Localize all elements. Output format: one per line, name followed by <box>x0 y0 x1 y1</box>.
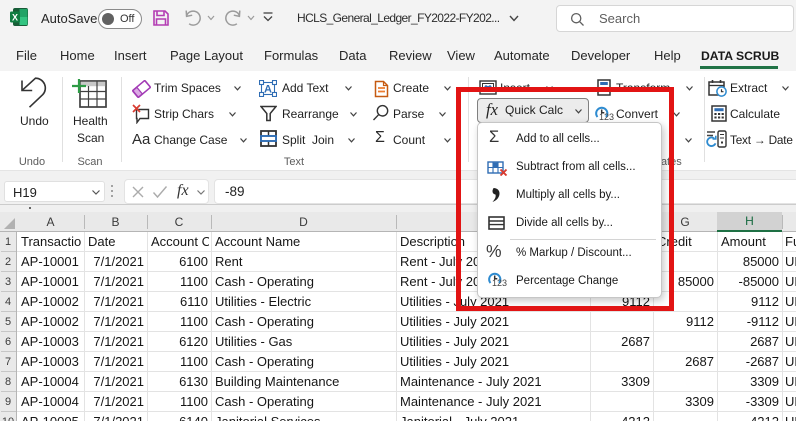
svg-text:X: X <box>12 12 18 22</box>
svg-text:A: A <box>264 84 272 96</box>
